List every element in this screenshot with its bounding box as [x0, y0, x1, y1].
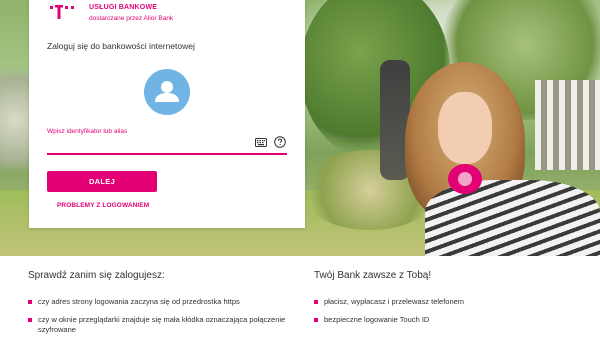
bank-features-title: Twój Bank zawsze z Tobą! [314, 270, 432, 281]
keyboard-icon[interactable] [255, 138, 267, 147]
security-tips: Sprawdź zanim się zalogujesz: czy adres … [28, 270, 288, 343]
next-button[interactable]: DALEJ [47, 171, 157, 192]
list-item: czy adres strony logowania zaczyna się o… [28, 297, 288, 307]
user-avatar-icon [144, 69, 190, 115]
brand-subtitle: dostarczane przez Alior Bank [89, 15, 174, 22]
bank-features: Twój Bank zawsze z Tobą! płacisz, wypłac… [314, 270, 574, 333]
identifier-underline [47, 153, 287, 155]
telekom-t-logo [50, 5, 74, 19]
headphones [448, 164, 482, 194]
list-item: bezpieczne logowanie Touch ID [314, 315, 574, 325]
identifier-field-label: Wpisz identyfikator lub alias [47, 128, 128, 135]
security-tips-title: Sprawdź zanim się zalogujesz: [28, 270, 165, 281]
info-panel: Sprawdź zanim się zalogujesz: czy adres … [0, 256, 600, 334]
login-heading: Zaloguj się do bankowości internetowej [47, 41, 195, 51]
list-item: czy w oknie przeglądarki znajduje się ma… [28, 315, 288, 335]
list-item: płacisz, wypłacasz i przelewasz telefone… [314, 297, 574, 307]
identifier-input[interactable] [47, 137, 237, 151]
login-problems-link[interactable]: PROBLEMY Z LOGOWANIEM [57, 202, 149, 209]
login-card: USŁUGI BANKOWE dostarczane przez Alior B… [29, 0, 305, 228]
brand-title: USŁUGI BANKOWE [89, 4, 158, 11]
help-circle-icon[interactable] [274, 136, 286, 148]
